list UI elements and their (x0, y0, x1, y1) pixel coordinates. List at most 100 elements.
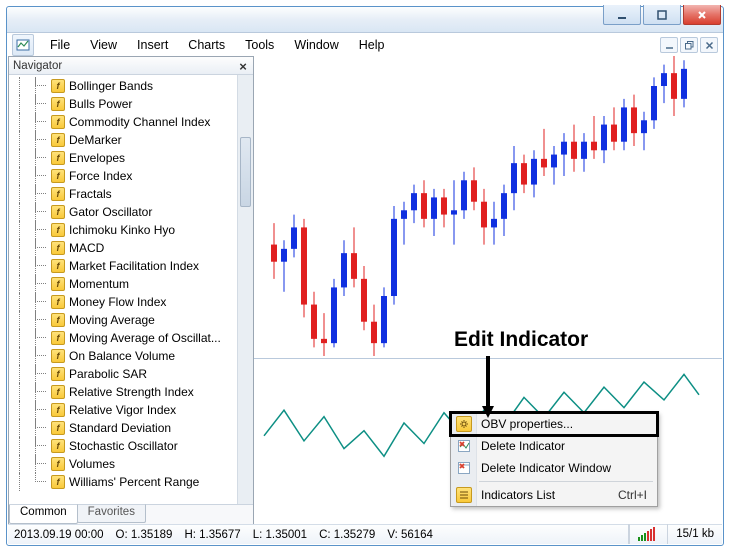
scrollbar-thumb[interactable] (240, 137, 251, 207)
indicator-item[interactable]: fMACD (11, 239, 237, 257)
indicator-item[interactable]: f Market Facilitation Index (11, 257, 237, 275)
indicator-label: Market Facilitation Index (69, 259, 199, 273)
list-icon (456, 487, 472, 503)
navigator-tree[interactable]: fBollinger BandsfBulls PowerfCommodity C… (9, 75, 237, 504)
ctx-delete-indicator-window[interactable]: Delete Indicator Window (451, 457, 657, 479)
indicator-label: Moving Average of Oscillat... (69, 331, 221, 345)
tab-common[interactable]: Common (9, 505, 78, 524)
indicator-label: Envelopes (69, 151, 125, 165)
indicator-item[interactable]: f Williams' Percent Range (11, 473, 237, 491)
indicator-item[interactable]: fStandard Deviation (11, 419, 237, 437)
chart-area[interactable]: OBV properties... Delete Indicator Delet… (254, 56, 722, 525)
indicator-label: Force Index (69, 169, 132, 183)
menu-help[interactable]: Help (349, 34, 395, 56)
indicator-item[interactable]: f Force Index (11, 167, 237, 185)
navigator-scrollbar[interactable] (237, 75, 253, 504)
mdi-minimize-button[interactable] (660, 37, 678, 53)
status-bar: 2013.09.19 00:00 O: 1.35189 H: 1.35677 L… (8, 524, 722, 544)
indicator-label: On Balance Volume (69, 349, 175, 363)
function-icon: f (51, 295, 65, 309)
ctx-label: Indicators List (481, 488, 555, 502)
function-icon: f (51, 475, 65, 489)
app-icon[interactable] (12, 34, 34, 56)
indicator-item[interactable]: f Moving Average (11, 311, 237, 329)
function-icon: f (51, 115, 65, 129)
titlebar[interactable] (7, 7, 723, 33)
navigator-close-button[interactable]: × (236, 59, 250, 73)
indicator-item[interactable]: fStochastic Oscillator (11, 437, 237, 455)
indicator-label: Ichimoku Kinko Hyo (69, 223, 175, 237)
indicator-item[interactable]: f Commodity Channel Index (11, 113, 237, 131)
mdi-restore-button[interactable] (680, 37, 698, 53)
indicator-item[interactable]: fFractals (11, 185, 237, 203)
status-volume: V: 56164 (387, 529, 433, 541)
indicator-item[interactable]: fDeMarker (11, 131, 237, 149)
indicator-item[interactable]: fMoney Flow Index (11, 293, 237, 311)
app-window: FileViewInsertChartsToolsWindowHelp Navi… (6, 6, 724, 546)
function-icon: f (51, 241, 65, 255)
function-icon: f (51, 349, 65, 363)
function-icon: f (51, 169, 65, 183)
status-open: O: 1.35189 (116, 529, 173, 541)
indicator-label: Volumes (69, 457, 115, 471)
signal-icon (638, 527, 655, 541)
minimize-button[interactable] (603, 5, 641, 25)
menu-charts[interactable]: Charts (178, 34, 235, 56)
menubar: FileViewInsertChartsToolsWindowHelp (8, 34, 722, 56)
annotation-arrow (486, 356, 490, 410)
function-icon: f (51, 133, 65, 147)
function-icon: f (51, 313, 65, 327)
delete-window-icon (456, 460, 472, 476)
menu-window[interactable]: Window (284, 34, 348, 56)
status-close: C: 1.35279 (319, 529, 375, 541)
indicator-item[interactable]: f Envelopes (11, 149, 237, 167)
indicator-item[interactable]: fBollinger Bands (11, 77, 237, 95)
function-icon: f (51, 97, 65, 111)
function-icon: f (51, 79, 65, 93)
ctx-delete-indicator[interactable]: Delete Indicator (451, 435, 657, 457)
mdi-close-button[interactable] (700, 37, 718, 53)
ctx-shortcut: Ctrl+I (618, 488, 647, 502)
gear-icon (456, 416, 472, 432)
function-icon: f (51, 151, 65, 165)
annotation-arrowhead (482, 406, 494, 418)
connection-indicator (629, 524, 667, 544)
function-icon: f (51, 223, 65, 237)
function-icon: f (51, 457, 65, 471)
function-icon: f (51, 187, 65, 201)
indicator-label: Commodity Channel Index (69, 115, 210, 129)
indicator-item[interactable]: fParabolic SAR (11, 365, 237, 383)
indicator-item[interactable]: fRelative Vigor Index (11, 401, 237, 419)
ctx-indicators-list[interactable]: Indicators List Ctrl+I (451, 484, 657, 506)
indicator-label: Moving Average (69, 313, 155, 327)
menu-view[interactable]: View (80, 34, 127, 56)
indicator-item[interactable]: f On Balance Volume (11, 347, 237, 365)
delete-icon (456, 438, 472, 454)
menu-file[interactable]: File (40, 34, 80, 56)
status-datetime: 2013.09.19 00:00 (14, 529, 104, 541)
indicator-item[interactable]: fMoving Average of Oscillat... (11, 329, 237, 347)
menu-tools[interactable]: Tools (235, 34, 284, 56)
indicator-label: Momentum (69, 277, 129, 291)
indicator-label: Williams' Percent Range (69, 475, 199, 489)
ctx-label: OBV properties... (481, 417, 573, 431)
function-icon: f (51, 259, 65, 273)
navigator-panel: Navigator × fBollinger BandsfBulls Power… (8, 56, 254, 525)
indicator-item[interactable]: f Ichimoku Kinko Hyo (11, 221, 237, 239)
indicator-item[interactable]: f Volumes (11, 455, 237, 473)
indicator-item[interactable]: fRelative Strength Index (11, 383, 237, 401)
indicator-label: Gator Oscillator (69, 205, 152, 219)
menu-insert[interactable]: Insert (127, 34, 178, 56)
function-icon: f (51, 367, 65, 381)
context-menu: OBV properties... Delete Indicator Delet… (450, 412, 658, 507)
indicator-item[interactable]: fMomentum (11, 275, 237, 293)
candlestick-chart[interactable] (254, 56, 722, 356)
indicator-item[interactable]: fGator Oscillator (11, 203, 237, 221)
maximize-button[interactable] (643, 5, 681, 25)
indicator-item[interactable]: fBulls Power (11, 95, 237, 113)
function-icon: f (51, 403, 65, 417)
navigator-tabs: Common Favorites (9, 504, 253, 524)
status-low: L: 1.35001 (253, 529, 307, 541)
close-button[interactable] (683, 5, 721, 25)
tab-favorites[interactable]: Favorites (77, 504, 146, 523)
